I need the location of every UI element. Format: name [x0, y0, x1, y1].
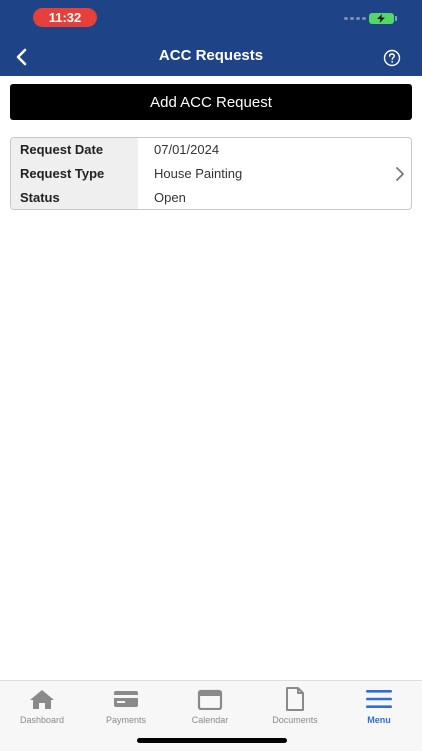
battery-charging-icon — [369, 13, 397, 24]
field-label: Status — [20, 190, 60, 205]
tab-label: Dashboard — [19, 715, 65, 725]
tab-payments[interactable]: Payments — [84, 681, 168, 727]
tab-label: Calendar — [191, 715, 229, 725]
document-icon — [286, 687, 304, 711]
field-row-status: Status Open — [11, 186, 391, 208]
tab-calendar[interactable]: Calendar — [168, 681, 252, 727]
help-button[interactable] — [381, 47, 403, 69]
question-circle-icon — [383, 49, 401, 67]
request-card[interactable]: Request Date 07/01/2024 Request Type Hou… — [10, 137, 412, 210]
home-indicator — [137, 738, 287, 743]
field-label: Request Date — [20, 142, 104, 157]
app-header: 11:32 ACC Requests — [0, 0, 422, 76]
back-button[interactable] — [8, 44, 34, 70]
field-value: House Painting — [154, 166, 243, 181]
page-title: ACC Requests — [158, 47, 264, 64]
chevron-right-icon — [396, 167, 404, 181]
tab-label: Menu — [367, 715, 391, 725]
tab-dashboard[interactable]: Dashboard — [0, 681, 84, 727]
tab-label: Documents — [272, 715, 318, 725]
field-value: Open — [154, 190, 186, 205]
add-acc-request-button[interactable]: Add ACC Request — [10, 84, 412, 120]
chevron-left-icon — [16, 48, 27, 66]
field-row-request-date: Request Date 07/01/2024 — [11, 138, 391, 160]
tab-menu[interactable]: Menu — [337, 681, 421, 727]
calendar-icon — [197, 689, 223, 710]
cellular-signal-icon — [344, 17, 366, 21]
credit-card-icon — [114, 691, 138, 707]
field-row-request-type: Request Type House Painting — [11, 162, 391, 184]
field-label: Request Type — [20, 166, 105, 181]
hamburger-menu-icon — [366, 690, 392, 708]
tab-label: Payments — [105, 715, 147, 725]
status-time: 11:32 — [33, 8, 97, 27]
field-value: 07/01/2024 — [154, 142, 220, 157]
tab-documents[interactable]: Documents — [253, 681, 337, 727]
home-icon — [30, 690, 54, 709]
